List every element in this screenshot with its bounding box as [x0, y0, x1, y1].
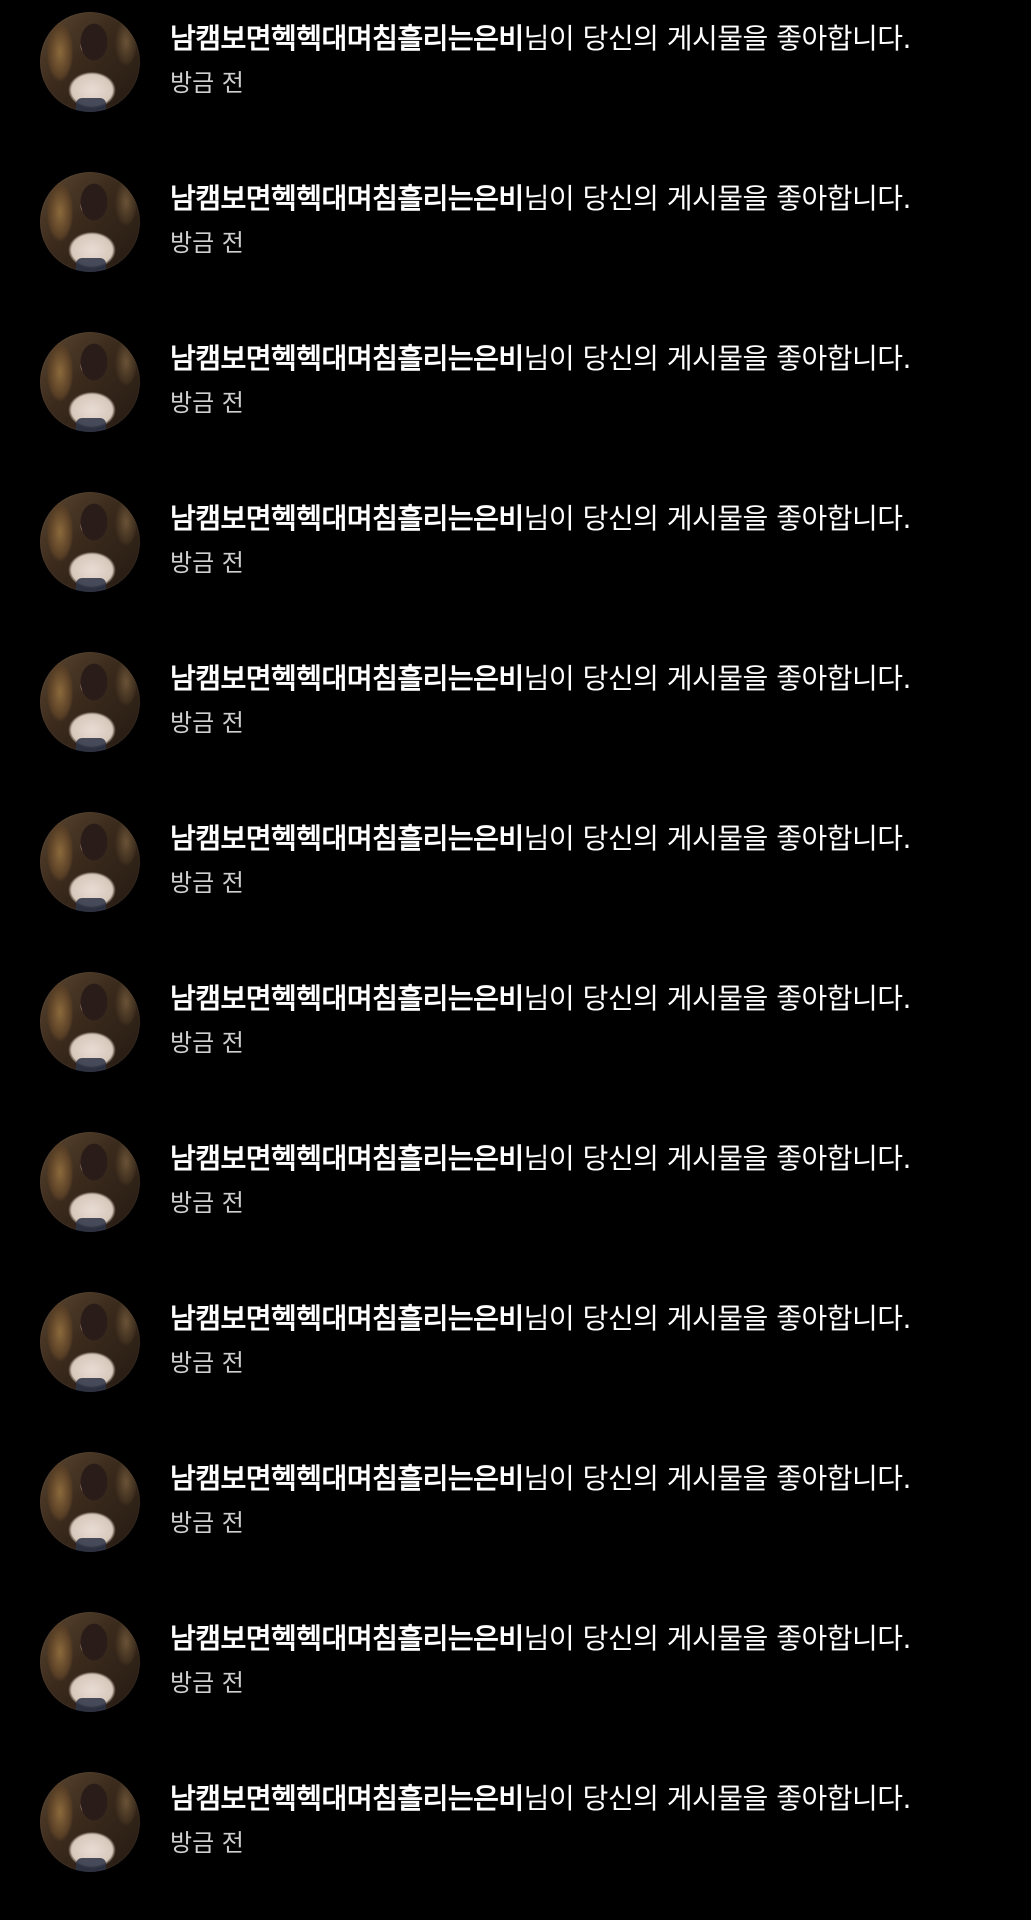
username[interactable]: 남캠보면헥헥대며침흘리는은비 [170, 22, 524, 55]
notification-item[interactable]: 남캠보면헥헥대며침흘리는은비님이 당신의 게시물을 좋아합니다. 방금 전 [0, 480, 1031, 640]
username[interactable]: 남캠보면헥헥대며침흘리는은비 [170, 1782, 524, 1815]
notification-message-line: 남캠보면헥헥대며침흘리는은비님이 당신의 게시물을 좋아합니다. [170, 340, 1011, 378]
timestamp: 방금 전 [170, 869, 244, 897]
message-text: 님이 당신의 게시물을 좋아합니다. [523, 342, 912, 375]
timestamp: 방금 전 [170, 229, 244, 257]
notification-message-line: 남캠보면헥헥대며침흘리는은비님이 당신의 게시물을 좋아합니다. [170, 180, 1011, 218]
notification-item[interactable]: 남캠보면헥헥대며침흘리는은비님이 당신의 게시물을 좋아합니다. 방금 전 [0, 960, 1031, 1120]
avatar[interactable] [40, 12, 140, 112]
avatar[interactable] [40, 492, 140, 592]
message-text: 님이 당신의 게시물을 좋아합니다. [523, 822, 912, 855]
notification-item[interactable]: 남캠보면헥헥대며침흘리는은비님이 당신의 게시물을 좋아합니다. 방금 전 [0, 1280, 1031, 1440]
message-text: 님이 당신의 게시물을 좋아합니다. [523, 1302, 912, 1335]
username[interactable]: 남캠보면헥헥대며침흘리는은비 [170, 342, 524, 375]
notification-message-line: 남캠보면헥헥대며침흘리는은비님이 당신의 게시물을 좋아합니다. [170, 660, 1011, 698]
message-text: 님이 당신의 게시물을 좋아합니다. [523, 182, 912, 215]
username[interactable]: 남캠보면헥헥대며침흘리는은비 [170, 982, 524, 1015]
timestamp: 방금 전 [170, 1029, 244, 1057]
notification-message-line: 남캠보면헥헥대며침흘리는은비님이 당신의 게시물을 좋아합니다. [170, 20, 1011, 58]
notification-message-line: 남캠보면헥헥대며침흘리는은비님이 당신의 게시물을 좋아합니다. [170, 1780, 1011, 1818]
avatar[interactable] [40, 172, 140, 272]
notification-text: 남캠보면헥헥대며침흘리는은비님이 당신의 게시물을 좋아합니다. 방금 전 [170, 1140, 1011, 1218]
avatar[interactable] [40, 1132, 140, 1232]
notification-message-line: 남캠보면헥헥대며침흘리는은비님이 당신의 게시물을 좋아합니다. [170, 1300, 1011, 1338]
avatar[interactable] [40, 972, 140, 1072]
notification-message-line: 남캠보면헥헥대며침흘리는은비님이 당신의 게시물을 좋아합니다. [170, 820, 1011, 858]
username[interactable]: 남캠보면헥헥대며침흘리는은비 [170, 822, 524, 855]
message-text: 님이 당신의 게시물을 좋아합니다. [523, 1462, 912, 1495]
message-text: 님이 당신의 게시물을 좋아합니다. [523, 1622, 912, 1655]
notification-item[interactable]: 남캠보면헥헥대며침흘리는은비님이 당신의 게시물을 좋아합니다. 방금 전 [0, 0, 1031, 160]
message-text: 님이 당신의 게시물을 좋아합니다. [523, 502, 912, 535]
notification-item[interactable]: 남캠보면헥헥대며침흘리는은비님이 당신의 게시물을 좋아합니다. 방금 전 [0, 160, 1031, 320]
notification-message-line: 남캠보면헥헥대며침흘리는은비님이 당신의 게시물을 좋아합니다. [170, 980, 1011, 1018]
notification-text: 남캠보면헥헥대며침흘리는은비님이 당신의 게시물을 좋아합니다. 방금 전 [170, 1620, 1011, 1698]
avatar[interactable] [40, 1452, 140, 1552]
notification-message-line: 남캠보면헥헥대며침흘리는은비님이 당신의 게시물을 좋아합니다. [170, 1140, 1011, 1178]
avatar[interactable] [40, 332, 140, 432]
notification-item[interactable]: 남캠보면헥헥대며침흘리는은비님이 당신의 게시물을 좋아합니다. 방금 전 [0, 320, 1031, 480]
notification-text: 남캠보면헥헥대며침흘리는은비님이 당신의 게시물을 좋아합니다. 방금 전 [170, 500, 1011, 578]
timestamp: 방금 전 [170, 1669, 244, 1697]
message-text: 님이 당신의 게시물을 좋아합니다. [523, 1782, 912, 1815]
timestamp: 방금 전 [170, 1189, 244, 1217]
notification-message-line: 남캠보면헥헥대며침흘리는은비님이 당신의 게시물을 좋아합니다. [170, 500, 1011, 538]
message-text: 님이 당신의 게시물을 좋아합니다. [523, 982, 912, 1015]
notification-text: 남캠보면헥헥대며침흘리는은비님이 당신의 게시물을 좋아합니다. 방금 전 [170, 340, 1011, 418]
notification-message-line: 남캠보면헥헥대며침흘리는은비님이 당신의 게시물을 좋아합니다. [170, 1460, 1011, 1498]
username[interactable]: 남캠보면헥헥대며침흘리는은비 [170, 502, 524, 535]
notification-item[interactable]: 남캠보면헥헥대며침흘리는은비님이 당신의 게시물을 좋아합니다. 방금 전 [0, 640, 1031, 800]
notification-item[interactable]: 남캠보면헥헥대며침흘리는은비님이 당신의 게시물을 좋아합니다. 방금 전 [0, 1760, 1031, 1920]
notification-text: 남캠보면헥헥대며침흘리는은비님이 당신의 게시물을 좋아합니다. 방금 전 [170, 1780, 1011, 1858]
avatar[interactable] [40, 1292, 140, 1392]
timestamp: 방금 전 [170, 709, 244, 737]
message-text: 님이 당신의 게시물을 좋아합니다. [523, 662, 912, 695]
notification-text: 남캠보면헥헥대며침흘리는은비님이 당신의 게시물을 좋아합니다. 방금 전 [170, 980, 1011, 1058]
notification-list: 남캠보면헥헥대며침흘리는은비님이 당신의 게시물을 좋아합니다. 방금 전 남캠… [0, 0, 1031, 1920]
notification-message-line: 남캠보면헥헥대며침흘리는은비님이 당신의 게시물을 좋아합니다. [170, 1620, 1011, 1658]
username[interactable]: 남캠보면헥헥대며침흘리는은비 [170, 182, 524, 215]
notification-item[interactable]: 남캠보면헥헥대며침흘리는은비님이 당신의 게시물을 좋아합니다. 방금 전 [0, 1440, 1031, 1600]
notification-text: 남캠보면헥헥대며침흘리는은비님이 당신의 게시물을 좋아합니다. 방금 전 [170, 660, 1011, 738]
username[interactable]: 남캠보면헥헥대며침흘리는은비 [170, 1302, 524, 1335]
notification-text: 남캠보면헥헥대며침흘리는은비님이 당신의 게시물을 좋아합니다. 방금 전 [170, 820, 1011, 898]
username[interactable]: 남캠보면헥헥대며침흘리는은비 [170, 1462, 524, 1495]
message-text: 님이 당신의 게시물을 좋아합니다. [523, 22, 912, 55]
timestamp: 방금 전 [170, 1509, 244, 1537]
timestamp: 방금 전 [170, 69, 244, 97]
notification-item[interactable]: 남캠보면헥헥대며침흘리는은비님이 당신의 게시물을 좋아합니다. 방금 전 [0, 1120, 1031, 1280]
username[interactable]: 남캠보면헥헥대며침흘리는은비 [170, 1622, 524, 1655]
notification-text: 남캠보면헥헥대며침흘리는은비님이 당신의 게시물을 좋아합니다. 방금 전 [170, 1300, 1011, 1378]
notification-text: 남캠보면헥헥대며침흘리는은비님이 당신의 게시물을 좋아합니다. 방금 전 [170, 20, 1011, 98]
message-text: 님이 당신의 게시물을 좋아합니다. [523, 1142, 912, 1175]
avatar[interactable] [40, 812, 140, 912]
avatar[interactable] [40, 652, 140, 752]
timestamp: 방금 전 [170, 1829, 244, 1857]
timestamp: 방금 전 [170, 389, 244, 417]
notification-text: 남캠보면헥헥대며침흘리는은비님이 당신의 게시물을 좋아합니다. 방금 전 [170, 180, 1011, 258]
notification-item[interactable]: 남캠보면헥헥대며침흘리는은비님이 당신의 게시물을 좋아합니다. 방금 전 [0, 1600, 1031, 1760]
avatar[interactable] [40, 1772, 140, 1872]
notification-item[interactable]: 남캠보면헥헥대며침흘리는은비님이 당신의 게시물을 좋아합니다. 방금 전 [0, 800, 1031, 960]
username[interactable]: 남캠보면헥헥대며침흘리는은비 [170, 1142, 524, 1175]
timestamp: 방금 전 [170, 549, 244, 577]
timestamp: 방금 전 [170, 1349, 244, 1377]
username[interactable]: 남캠보면헥헥대며침흘리는은비 [170, 662, 524, 695]
avatar[interactable] [40, 1612, 140, 1712]
notification-text: 남캠보면헥헥대며침흘리는은비님이 당신의 게시물을 좋아합니다. 방금 전 [170, 1460, 1011, 1538]
